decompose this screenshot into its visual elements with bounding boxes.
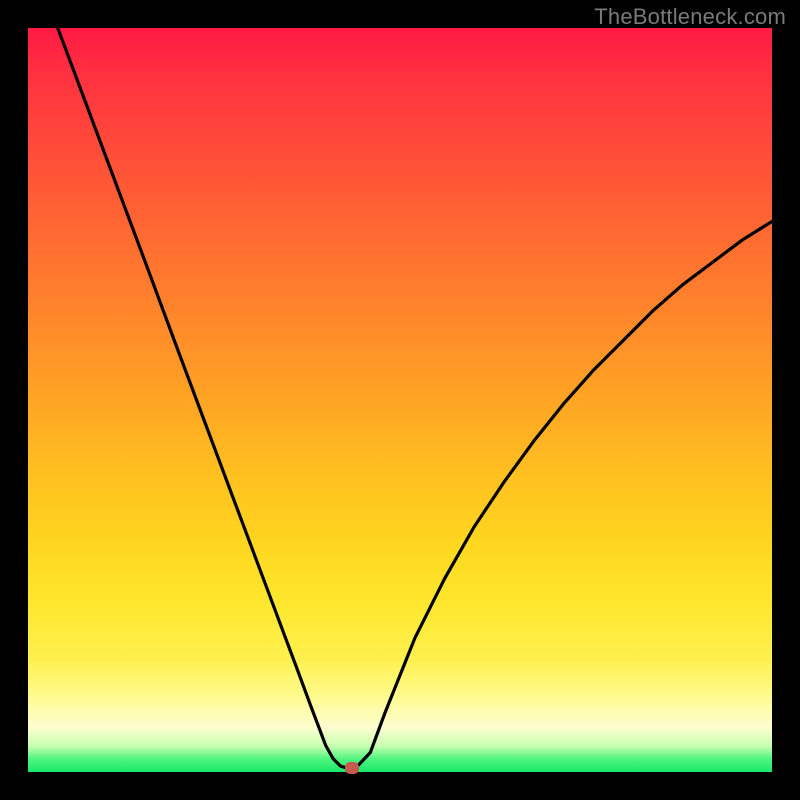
curve-path: [58, 28, 772, 768]
plot-area: [28, 28, 772, 772]
chart-frame: TheBottleneck.com: [0, 0, 800, 800]
bottleneck-curve: [28, 28, 772, 772]
optimum-marker: [345, 762, 359, 774]
watermark-text: TheBottleneck.com: [594, 4, 786, 30]
